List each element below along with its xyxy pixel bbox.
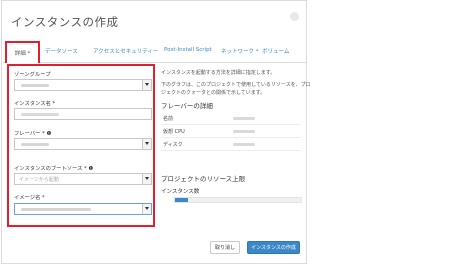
chevron-down-icon [142, 80, 151, 90]
table-row: 名前 [161, 112, 301, 125]
blurred-value [21, 143, 49, 146]
chevron-down-icon [142, 204, 151, 214]
zone-group-select[interactable] [14, 79, 152, 91]
tab-bar: 詳細 * データソース アクセスとセキュリティー Post-Install Sc… [3, 41, 307, 63]
boot-source-label: インスタンスのブートソース * ❶ [14, 166, 94, 172]
table-row: 仮想 CPU [161, 125, 301, 138]
flavor-details-heading: フレーバーの詳細 [161, 102, 213, 110]
tab-details[interactable]: 詳細 * [5, 41, 40, 63]
quota-progress-fill [175, 198, 188, 202]
launch-instance-button[interactable]: インスタンスの作成 [247, 241, 300, 254]
flavor-label: フレーバー * ❶ [14, 131, 52, 137]
tab-access-security[interactable]: アクセスとセキュリティー [93, 47, 158, 55]
details-form-highlight: ゾーングループ インスタンス名 * フレーバー * ❶ インスタンスのブートソー… [7, 64, 155, 227]
image-name-select[interactable] [14, 203, 152, 215]
blurred-value [21, 113, 59, 116]
blurred-value [21, 208, 91, 211]
tab-volume[interactable]: ボリューム [262, 47, 289, 55]
modal-title: インスタンスの作成 [11, 15, 119, 29]
blurred-value [233, 143, 255, 146]
flavor-select[interactable] [14, 138, 152, 150]
description-line: 下のグラフは、このプロジェクトで使用しているリソースを、プロ [161, 82, 311, 88]
tab-data-source[interactable]: データソース [45, 47, 78, 55]
tab-post-install-script[interactable]: Post-Install Script [164, 47, 212, 53]
tab-network[interactable]: ネットワーク * [221, 47, 259, 55]
blurred-value [233, 117, 255, 120]
zone-group-label: ゾーングループ [14, 72, 51, 78]
table-row: ディスク [161, 138, 301, 151]
blurred-value [21, 84, 49, 87]
blurred-value [233, 130, 255, 133]
description-line: ジェクトのクォータとの関係で示しています。 [161, 90, 266, 96]
close-icon[interactable] [290, 12, 299, 21]
image-name-label: イメージ名 * [14, 195, 45, 201]
boot-source-select[interactable]: イメージから起動 [14, 173, 152, 185]
quota-progress-bar [174, 197, 302, 203]
instance-name-label: インスタンス名 * [14, 101, 56, 107]
description-line: インスタンスを起動する方法を詳細に指定します。 [161, 70, 276, 76]
chevron-down-icon [142, 174, 151, 184]
instance-name-input[interactable] [14, 108, 152, 120]
cancel-button[interactable]: 取り消し [210, 241, 240, 254]
launch-instance-modal: インスタンスの作成 詳細 * データソース アクセスとセキュリティー Post-… [1, 0, 311, 264]
chevron-down-icon [142, 139, 151, 149]
boot-source-value: イメージから起動 [19, 177, 59, 183]
project-limits-heading: プロジェクトのリソース上限 [161, 175, 246, 183]
quota-instances-label: インスタンス数 [161, 189, 200, 195]
flavor-details-table: 名前 仮想 CPU ディスク [161, 112, 301, 151]
